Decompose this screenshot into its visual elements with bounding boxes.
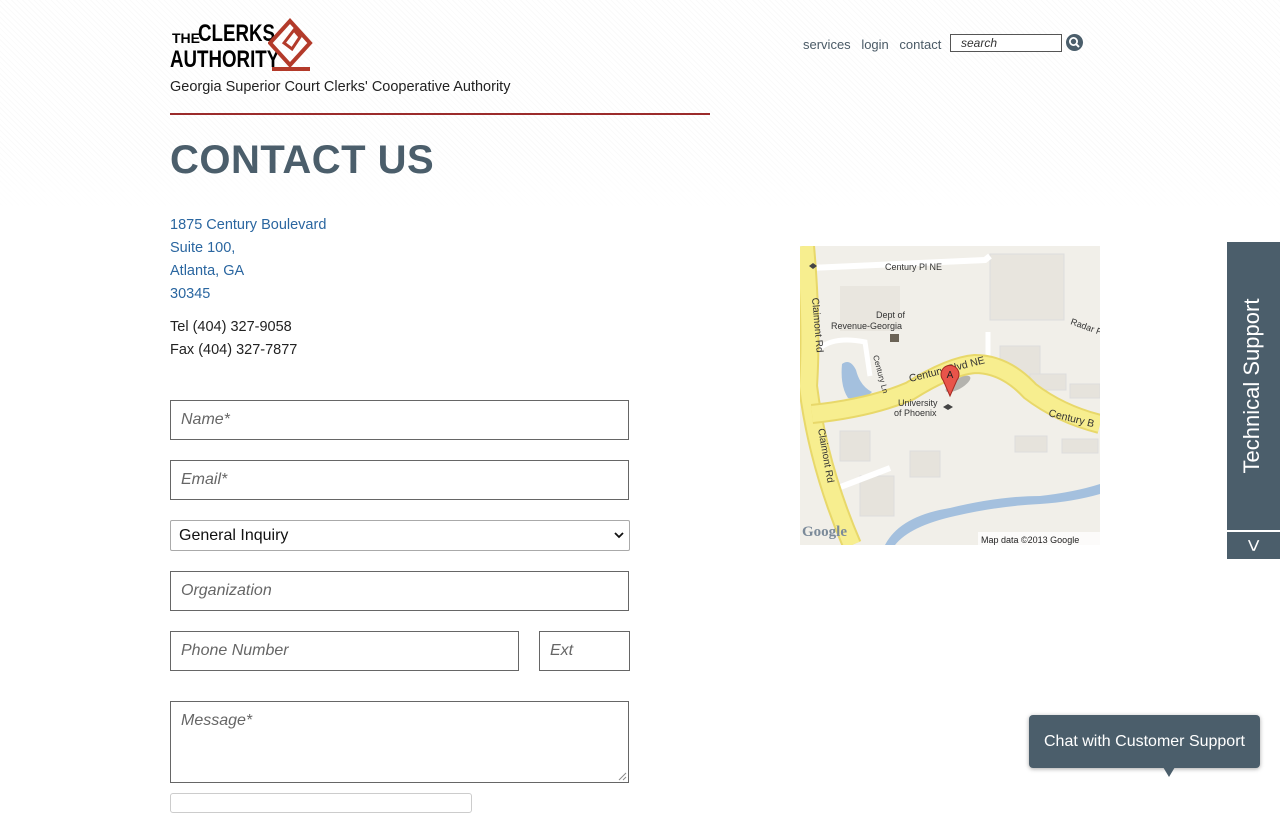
address-line-street[interactable]: 1875 Century Boulevard <box>170 214 326 237</box>
nav-services-link[interactable]: services <box>803 37 851 52</box>
site-logo[interactable]: THE CLERKS AUTHORITY <box>170 18 315 74</box>
phone-ext-field[interactable] <box>539 631 630 671</box>
government-building-icon <box>890 334 899 342</box>
phone-number-field[interactable] <box>170 631 519 671</box>
top-nav: services login contact <box>803 37 948 52</box>
map-label-revenue: Revenue-Georgia <box>831 321 902 331</box>
map-label-century-pl: Century Pl NE <box>885 262 942 272</box>
map-label-phoenix: of Phoenix <box>894 408 937 418</box>
resize-grip-icon[interactable] <box>617 771 627 781</box>
logo-the: THE <box>172 30 200 46</box>
chat-support-button[interactable]: Chat with Customer Support <box>1029 715 1260 768</box>
address-block: 1875 Century Boulevard Suite 100, Atlant… <box>170 214 326 306</box>
technical-support-label: Technical Support <box>1239 298 1264 474</box>
nav-contact-link[interactable]: contact <box>899 37 941 52</box>
header-divider <box>170 113 710 115</box>
map-label-university: University <box>898 398 938 408</box>
name-field[interactable] <box>170 400 629 440</box>
search-button[interactable] <box>1066 34 1083 51</box>
phone-block: Tel (404) 327-9058 Fax (404) 327-7877 <box>170 316 297 362</box>
fax-number: Fax (404) 327-7877 <box>170 342 298 358</box>
page-title: CONTACT US <box>170 138 435 182</box>
captcha-box[interactable] <box>170 793 472 813</box>
address-line-city[interactable]: Atlanta, GA <box>170 260 326 283</box>
logo-authority: AUTHORITY <box>170 46 280 73</box>
google-logo: Google <box>802 524 847 540</box>
organization-field[interactable] <box>170 571 629 611</box>
inquiry-type-select[interactable]: General Inquiry <box>170 520 630 551</box>
location-map[interactable]: Century Pl NE Dept of Revenue-Georgia Ra… <box>800 246 1100 545</box>
email-field[interactable] <box>170 460 629 500</box>
chevron-left-icon: < <box>1240 539 1266 552</box>
map-copyright: Map data ©2013 Google <box>981 535 1079 545</box>
site-tagline: Georgia Superior Court Clerks' Cooperati… <box>170 79 511 95</box>
chat-bubble-tail <box>1163 767 1175 777</box>
map-marker-label: A <box>947 370 954 381</box>
logo-diamond-icon <box>268 18 313 71</box>
search-input[interactable] <box>950 34 1062 52</box>
nav-login-link[interactable]: login <box>861 37 888 52</box>
logo-clerks: CLERKS <box>198 20 275 47</box>
address-line-zip[interactable]: 30345 <box>170 283 326 306</box>
address-line-suite[interactable]: Suite 100, <box>170 237 326 260</box>
telephone-number: Tel (404) 327-9058 <box>170 319 292 335</box>
technical-support-toggle[interactable]: < <box>1227 532 1280 559</box>
search-icon <box>1069 37 1080 48</box>
message-field[interactable] <box>170 701 629 783</box>
map-label-dept: Dept of <box>876 310 906 320</box>
